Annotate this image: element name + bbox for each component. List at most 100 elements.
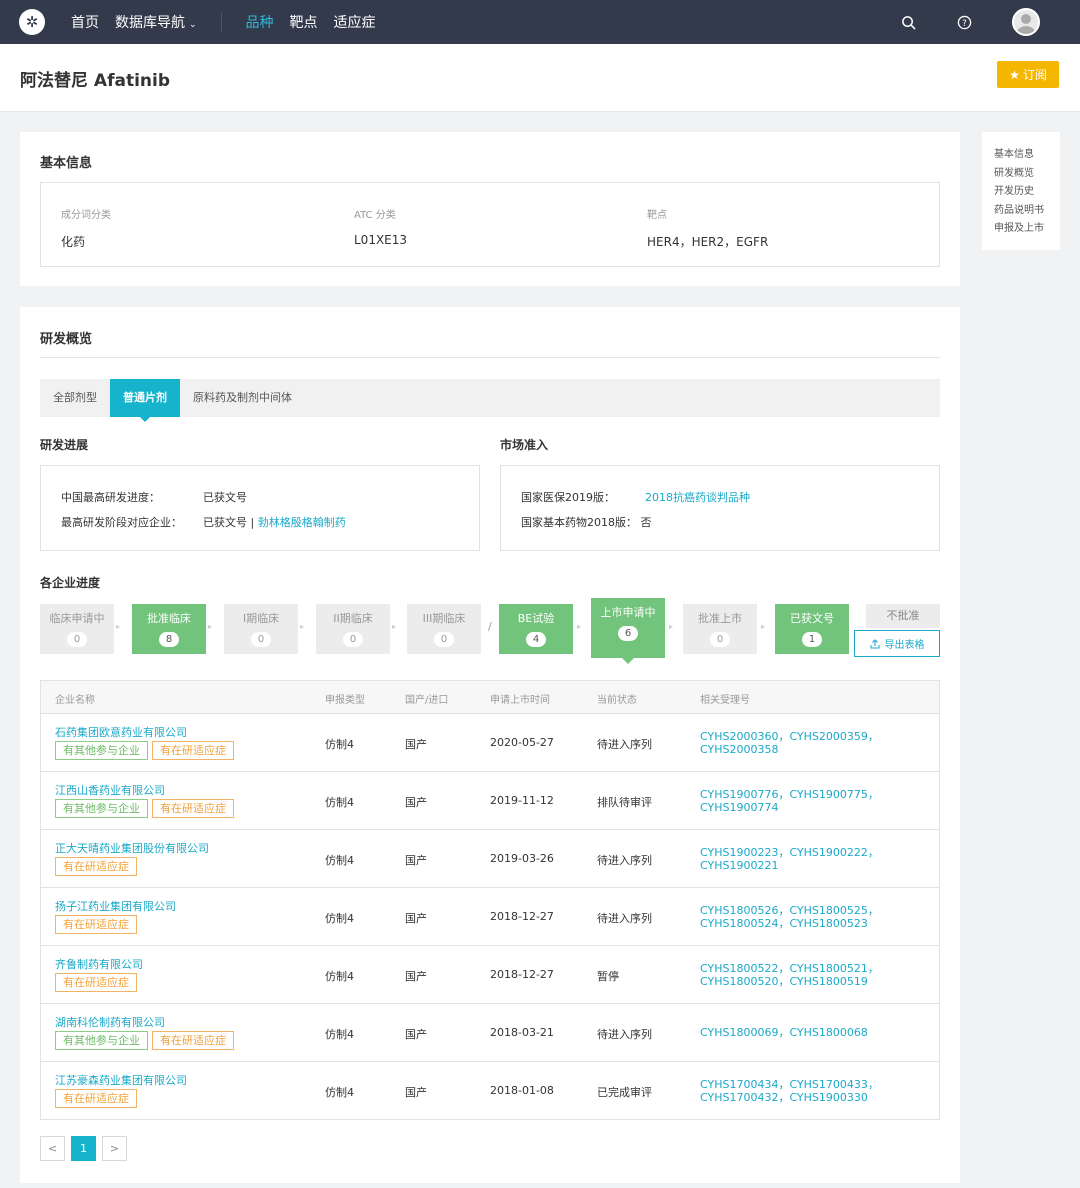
tab-tablets[interactable]: 普通片剂: [110, 379, 180, 422]
cell-type: 仿制4: [325, 1028, 354, 1041]
acceptance-line-2: CYHS1700432，CYHS1900330: [700, 1091, 868, 1104]
company-link[interactable]: 齐鲁制药有限公司: [55, 956, 143, 972]
cell-acceptance[interactable]: CYHS1800069，CYHS1800068: [700, 1026, 868, 1039]
row-tag: 有其他参与企业: [55, 1031, 148, 1050]
company-link[interactable]: 扬子江药业集团有限公司: [55, 898, 176, 914]
cell-acceptance[interactable]: CYHS1700434，CYHS1700433， CYHS1700432，CYHS…: [700, 1078, 879, 1104]
stage-clinical-application[interactable]: 临床申请中 0: [40, 604, 114, 654]
next-page-button[interactable]: >: [102, 1136, 127, 1161]
cell-date: 2020-05-27: [490, 736, 554, 749]
stage-name: II期临床: [333, 612, 373, 625]
cell-acceptance[interactable]: CYHS2000360，CYHS2000359， CYHS2000358: [700, 730, 879, 756]
th-date: 申请上市时间: [490, 695, 550, 706]
company-link[interactable]: 正大天晴药业集团股份有限公司: [55, 840, 209, 856]
nav-variety[interactable]: 品种: [246, 12, 274, 32]
top-nav-bar: ✲ 首页 数据库导航 ⌄ 品种 靶点 适应症 ?: [0, 0, 1080, 44]
nav-target[interactable]: 靶点: [290, 12, 318, 32]
app-logo-icon[interactable]: ✲: [19, 9, 45, 35]
sidenav-filing-market[interactable]: 申报及上市: [994, 220, 1060, 239]
cell-acceptance[interactable]: CYHS1800526，CYHS1800525， CYHS1800524，CYHS…: [700, 904, 879, 930]
table-row: 齐鲁制药有限公司 有在研适应症 仿制4 国产 2018-12-27 暂停 CYHS18005…: [41, 946, 939, 1004]
field-atc: ATC 分类 L01XE13: [354, 206, 407, 247]
stage-phase-2[interactable]: II期临床 0: [316, 604, 390, 654]
acceptance-line-1: CYHS1700434，CYHS1700433，: [700, 1078, 879, 1091]
chevron-right-icon: ▸: [669, 622, 674, 631]
sidenav-rd-overview[interactable]: 研发概览: [994, 165, 1060, 184]
stage-licensed[interactable]: 已获文号 1: [775, 604, 849, 654]
company-link[interactable]: 江苏豪森药业集团有限公司: [55, 1072, 187, 1088]
highest-company-status: 已获文号 |: [203, 516, 258, 529]
sidenav-basic-info[interactable]: 基本信息: [994, 146, 1060, 165]
cell-acceptance[interactable]: CYHS1800522，CYHS1800521， CYHS1800520，CYHS…: [700, 962, 879, 988]
field-atc-label: ATC 分类: [354, 210, 396, 221]
cell-origin: 国产: [405, 796, 427, 809]
cell-acceptance[interactable]: CYHS1900776，CYHS1900775， CYHS1900774: [700, 788, 879, 814]
stage-count: 8: [159, 632, 179, 647]
row-tags: 有在研适应症: [55, 973, 141, 992]
main-nav: 首页 数据库导航 ⌄ 品种 靶点 适应症: [71, 12, 392, 32]
stage-rejected[interactable]: 不批准: [866, 604, 940, 628]
th-acceptance: 相关受理号: [700, 695, 750, 706]
field-category-value: 化药: [61, 235, 86, 249]
row-tags: 有在研适应症: [55, 915, 141, 934]
title-divider: [40, 357, 940, 358]
export-table-button[interactable]: 导出表格: [854, 630, 940, 657]
acceptance-line-1: CYHS1800522，CYHS1800521，: [700, 962, 879, 975]
row-tags: 有其他参与企业 有在研适应症: [55, 1031, 238, 1050]
pagination: < 1 >: [40, 1136, 133, 1161]
search-icon[interactable]: [900, 14, 916, 30]
stage-phase-1[interactable]: I期临床 0: [224, 604, 298, 654]
highest-company-link[interactable]: 勃林格殷格翰制药: [258, 516, 346, 529]
stage-market-application[interactable]: 上市申请中 6: [591, 598, 665, 664]
nrdl-link[interactable]: 2018抗癌药谈判品种: [645, 491, 750, 504]
tab-api-intermediates[interactable]: 原料药及制剂中间体: [180, 379, 305, 417]
cell-acceptance[interactable]: CYHS1900223，CYHS1900222， CYHS1900221: [700, 846, 879, 872]
th-origin: 国产/进口: [405, 695, 449, 706]
subscribe-button[interactable]: ★ 订阅: [997, 61, 1059, 88]
cell-origin: 国产: [405, 970, 427, 983]
rd-overview-title: 研发概览: [40, 332, 93, 347]
field-atc-value: L01XE13: [354, 233, 408, 247]
dosage-tabs: 全部剂型 普通片剂 原料药及制剂中间体: [40, 379, 940, 422]
company-link[interactable]: 石药集团欧意药业有限公司: [55, 724, 187, 740]
chevron-right-icon: ▸: [392, 622, 397, 631]
help-icon[interactable]: ?: [956, 14, 972, 30]
row-tag: 有在研适应症: [152, 799, 234, 818]
user-avatar[interactable]: [1012, 8, 1040, 36]
stage-name: BE试验: [517, 612, 555, 625]
nav-database[interactable]: 数据库导航 ⌄: [115, 12, 197, 32]
row-tags: 有在研适应症: [55, 857, 141, 876]
nrdl-label: 国家医保2019版：: [521, 491, 615, 504]
stage-count: 0: [710, 632, 730, 647]
stage-be-trial[interactable]: BE试验 4: [499, 604, 573, 654]
basic-info-card: 基本信息 成分词分类 化药 ATC 分类 L01XE13 靶点 HER4，HER…: [20, 132, 960, 286]
cell-date: 2018-01-08: [490, 1084, 554, 1097]
cell-status: 待进入序列: [597, 854, 652, 867]
table-row: 江苏豪森药业集团有限公司 有在研适应症 仿制4 国产 2018-01-08 已完成审评 CY…: [41, 1062, 939, 1120]
page-number-button[interactable]: 1: [71, 1136, 96, 1161]
nav-home[interactable]: 首页: [71, 12, 99, 32]
cell-date: 2019-03-26: [490, 852, 554, 865]
tab-all-forms[interactable]: 全部剂型: [40, 379, 110, 417]
upload-icon: [870, 638, 879, 648]
stage-phase-3[interactable]: III期临床 0: [407, 604, 481, 654]
stage-market-approved[interactable]: 批准上市 0: [683, 604, 757, 654]
stage-count: 0: [251, 632, 271, 647]
cell-type: 仿制4: [325, 738, 354, 751]
row-tag: 有在研适应症: [55, 1089, 137, 1108]
company-link[interactable]: 湖南科伦制药有限公司: [55, 1014, 165, 1030]
nrdl-line: 国家医保2019版： 2018抗癌药谈判品种: [521, 489, 750, 505]
nav-database-label: 数据库导航: [115, 15, 185, 31]
nav-indication[interactable]: 适应症: [334, 12, 376, 32]
sidenav-history[interactable]: 开发历史: [994, 183, 1060, 202]
acceptance-line-2: CYHS2000358: [700, 743, 779, 756]
stage-count: 0: [343, 632, 363, 647]
stage-clinical-approved[interactable]: 批准临床 8: [132, 604, 206, 654]
company-link[interactable]: 江西山香药业有限公司: [55, 782, 165, 798]
acceptance-line-1: CYHS2000360，CYHS2000359，: [700, 730, 879, 743]
top-right-actions: ?: [900, 0, 1080, 44]
sidenav-label-info[interactable]: 药品说明书: [994, 202, 1060, 221]
page-header: 阿法替尼 Afatinib ★ 订阅: [0, 44, 1080, 112]
star-icon: ★: [1009, 67, 1020, 82]
prev-page-button[interactable]: <: [40, 1136, 65, 1161]
